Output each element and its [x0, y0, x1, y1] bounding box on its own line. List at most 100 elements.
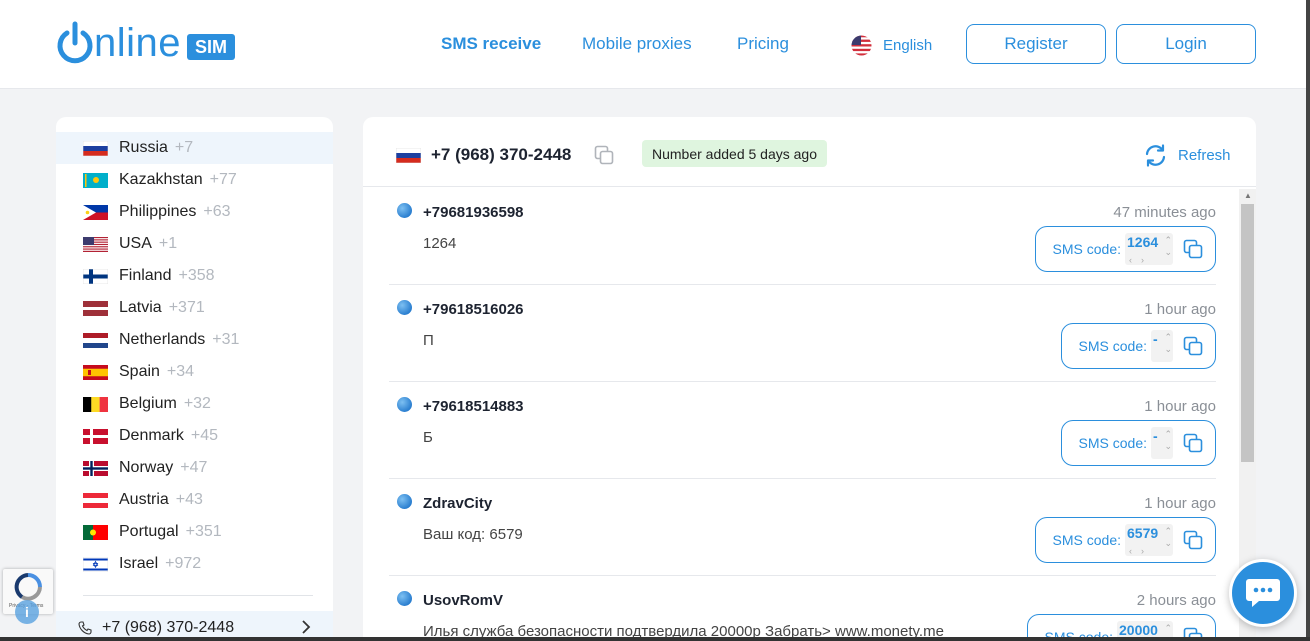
spin-down-icon: ⌄ — [1164, 538, 1172, 548]
login-button[interactable]: Login — [1116, 24, 1256, 64]
us-flag-icon — [851, 35, 872, 56]
scrollbar-thumb[interactable] — [1241, 204, 1254, 462]
country-code: +1 — [158, 235, 178, 252]
sms-code-label: SMS code: — [1052, 241, 1121, 257]
country-code: +63 — [203, 203, 231, 220]
copy-icon[interactable] — [1183, 530, 1203, 550]
sms-code-input[interactable]: 6579 ⌃ ⌄ ‹› — [1125, 524, 1173, 556]
country-code: +43 — [175, 491, 203, 508]
sms-code-input[interactable]: - ⌃ ⌄ — [1151, 427, 1173, 459]
country-code: +358 — [178, 267, 215, 284]
message-time: 47 minutes ago — [1113, 204, 1216, 221]
sms-code-box[interactable]: SMS code: - ⌃ ⌄ — [1060, 323, 1216, 369]
globe-icon — [397, 397, 412, 412]
country-item-spain[interactable]: Spain +34 — [56, 356, 333, 388]
scroll-up-icon[interactable]: ▲ — [1244, 191, 1252, 200]
message-sender: +79618514883 — [423, 398, 524, 415]
spin-up-icon: ⌃ — [1164, 526, 1172, 536]
scroll-lr-icon: ‹› — [1129, 546, 1153, 556]
country-code: +972 — [165, 555, 202, 572]
russia-flag-icon — [396, 148, 421, 163]
message-text: Б — [423, 429, 433, 446]
belgium-flag-icon — [83, 396, 108, 412]
message-text: 1264 — [423, 235, 457, 252]
country-item-austria[interactable]: Austria +43 — [56, 484, 333, 516]
selected-number-label: +7 (968) 370-2448 — [102, 619, 235, 636]
refresh-button[interactable]: Refresh — [1143, 143, 1231, 168]
sms-code-input[interactable]: - ⌃ ⌄ — [1151, 330, 1173, 362]
spain-flag-icon — [83, 364, 108, 380]
number-header: +7 (968) 370-2448 Number added 5 days ag… — [363, 117, 1256, 187]
refresh-icon — [1145, 144, 1166, 167]
chat-button[interactable] — [1229, 559, 1297, 627]
globe-icon — [397, 591, 412, 606]
country-name: Kazakhstan — [119, 171, 203, 188]
nav-mobile-proxies[interactable]: Mobile proxies — [582, 34, 692, 54]
sms-code-box[interactable]: SMS code: 1264 ⌃ ⌄ ‹› — [1034, 226, 1216, 272]
country-name: Latvia — [119, 299, 162, 316]
message-item: +79618514883 Б 1 hour ago SMS code: - ⌃ … — [389, 382, 1216, 479]
country-item-russia[interactable]: Russia +7 — [56, 132, 333, 164]
phone-icon — [78, 621, 92, 635]
sms-code-value: 20000 — [1119, 622, 1158, 638]
nav-sms-receive[interactable]: SMS receive — [441, 34, 541, 54]
spin-up-icon: ⌃ — [1164, 332, 1172, 342]
phone-number: +7 (968) 370-2448 — [431, 145, 572, 164]
sms-code-box[interactable]: SMS code: - ⌃ ⌄ — [1060, 420, 1216, 466]
country-name: Portugal — [119, 523, 179, 540]
country-item-denmark[interactable]: Denmark +45 — [56, 420, 333, 452]
window-edge — [0, 637, 1310, 641]
register-button[interactable]: Register — [966, 24, 1106, 64]
country-code: +7 — [174, 139, 194, 156]
chevron-right-icon — [302, 620, 311, 634]
country-code: +371 — [168, 299, 205, 316]
message-text: Ваш код: 6579 — [423, 526, 523, 543]
country-name: Netherlands — [119, 331, 206, 348]
message-item: UsovRomV Илья служба безопасности подтве… — [389, 576, 1216, 641]
country-item-portugal[interactable]: Portugal +351 — [56, 516, 333, 548]
russia-flag-icon — [83, 140, 108, 156]
spin-down-icon: ⌄ — [1164, 344, 1172, 354]
country-name: Russia — [119, 139, 168, 156]
country-item-usa[interactable]: USA +1 — [56, 228, 333, 260]
sms-code-label: SMS code: — [1078, 435, 1147, 451]
message-item: +79681936598 1264 47 minutes ago SMS cod… — [389, 188, 1216, 285]
country-code: +77 — [209, 171, 237, 188]
language-selector[interactable]: English — [851, 35, 932, 56]
country-item-norway[interactable]: Norway +47 — [56, 452, 333, 484]
window-edge — [1306, 0, 1310, 641]
country-item-netherlands[interactable]: Netherlands +31 — [56, 324, 333, 356]
country-code: +351 — [185, 523, 222, 540]
country-item-belgium[interactable]: Belgium +32 — [56, 388, 333, 420]
usa-flag-icon — [83, 236, 108, 252]
country-name: Denmark — [119, 427, 184, 444]
copy-icon[interactable] — [1183, 239, 1203, 259]
country-item-philippines[interactable]: Philippines +63 — [56, 196, 333, 228]
kazakhstan-flag-icon — [83, 172, 108, 188]
sms-code-input[interactable]: 1264 ⌃ ⌄ ‹› — [1125, 233, 1173, 265]
number-added-badge: Number added 5 days ago — [642, 140, 827, 167]
message-time: 1 hour ago — [1144, 398, 1216, 415]
sms-code-box[interactable]: SMS code: 6579 ⌃ ⌄ ‹› — [1034, 517, 1216, 563]
country-code: +31 — [212, 331, 240, 348]
country-item-latvia[interactable]: Latvia +371 — [56, 292, 333, 324]
message-sender: +79681936598 — [423, 204, 524, 221]
country-item-kazakhstan[interactable]: Kazakhstan +77 — [56, 164, 333, 196]
country-name: Israel — [119, 555, 159, 572]
message-sender: +79618516026 — [423, 301, 524, 318]
country-item-finland[interactable]: Finland +358 — [56, 260, 333, 292]
copy-icon[interactable] — [1183, 433, 1203, 453]
message-sender: ZdravCity — [423, 495, 493, 512]
logo[interactable]: nline SIM — [56, 20, 236, 66]
sms-code-value: - — [1153, 331, 1158, 347]
country-name: Belgium — [119, 395, 177, 412]
austria-flag-icon — [83, 492, 108, 508]
sms-code-label: SMS code: — [1078, 338, 1147, 354]
israel-flag-icon — [83, 556, 108, 572]
copy-icon[interactable] — [1183, 336, 1203, 356]
nav-pricing[interactable]: Pricing — [737, 34, 789, 54]
copy-icon[interactable] — [594, 145, 614, 165]
country-item-israel[interactable]: Israel +972 — [56, 548, 333, 580]
message-time: 1 hour ago — [1144, 495, 1216, 512]
info-icon[interactable]: i — [15, 600, 39, 624]
